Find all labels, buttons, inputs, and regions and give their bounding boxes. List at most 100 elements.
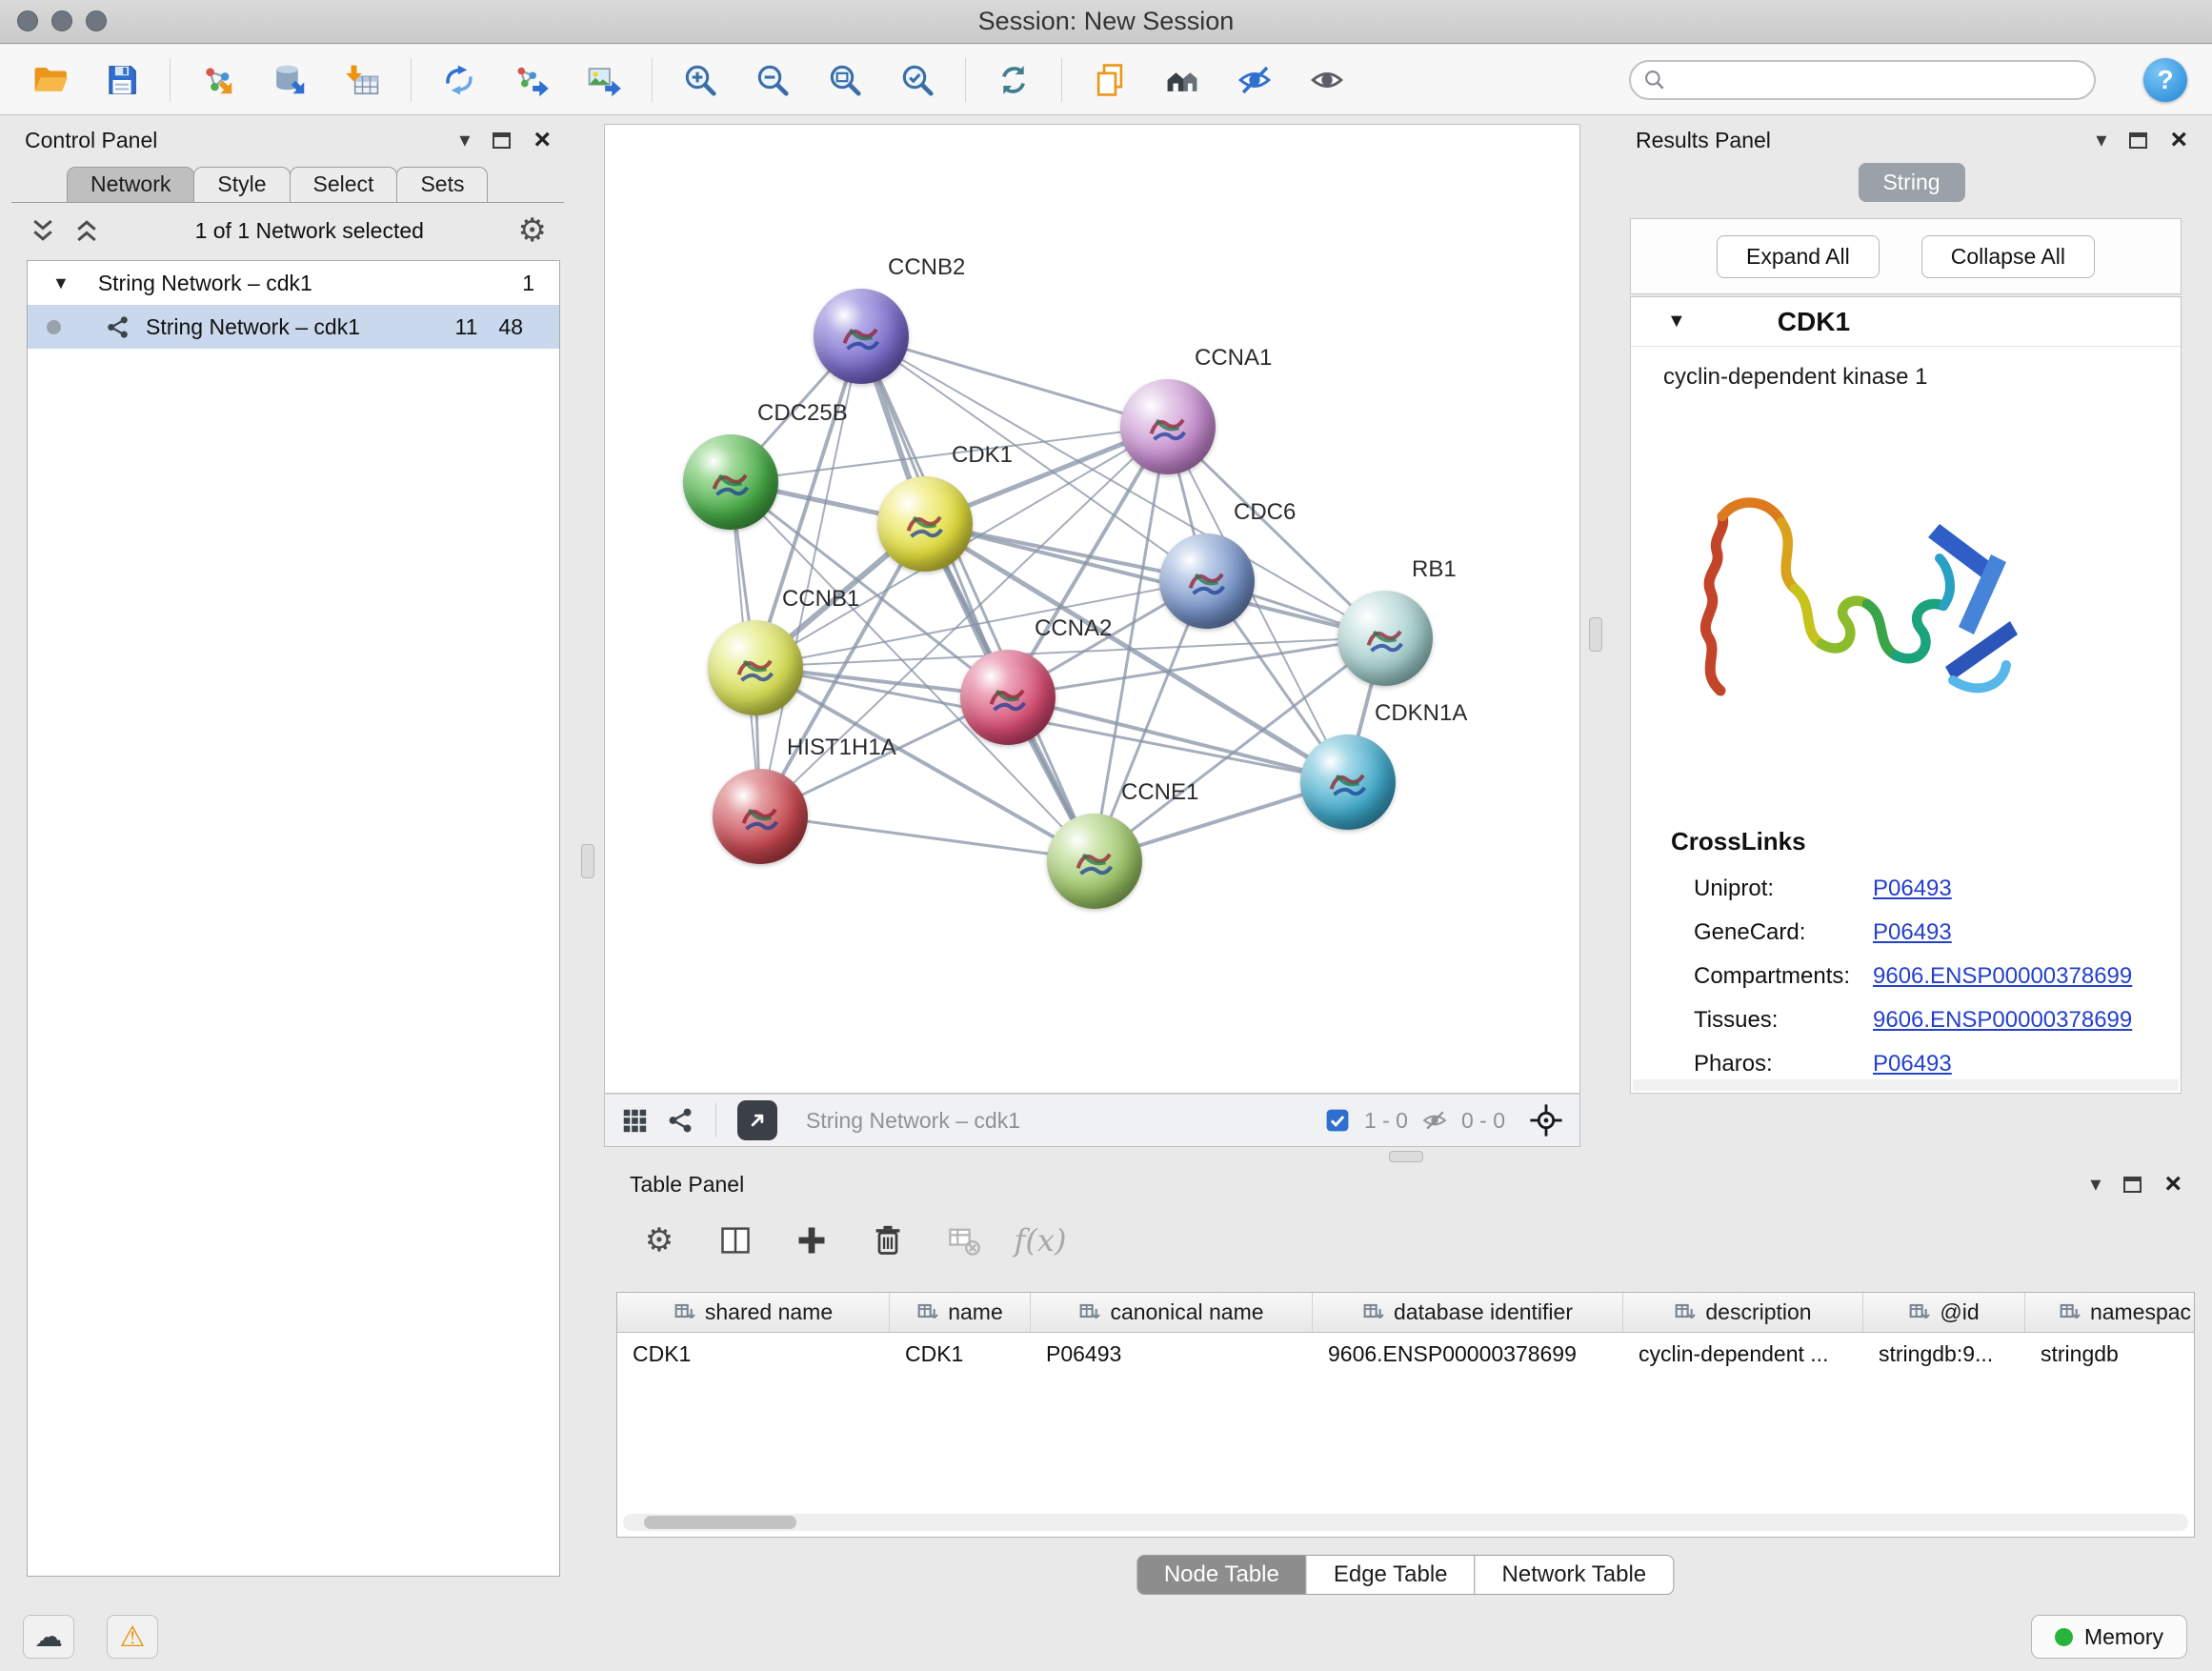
tab-string[interactable]: String [1858,163,1964,202]
network-node-ccna2[interactable] [960,650,1056,745]
import-network-from-database-button[interactable] [266,55,315,105]
crosslink-value-link[interactable]: 9606.ENSP00000378699 [1873,1007,2132,1034]
table-settings-button[interactable]: ⚙ [637,1218,681,1262]
splitter-handle[interactable] [1589,617,1602,652]
network-node-hist1h1a[interactable] [713,769,808,864]
import-network-from-file-button[interactable] [193,55,243,105]
table-row[interactable]: CDK1CDK1P064939606.ENSP00000378699cyclin… [617,1333,2194,1375]
panel-float-icon[interactable] [2129,132,2147,149]
crosslink-value-link[interactable]: P06493 [1873,919,1952,946]
open-session-button[interactable] [25,55,74,105]
column-header-description[interactable]: description [1623,1293,1863,1332]
panel-menu-icon[interactable]: ▾ [2090,1174,2101,1195]
cell-shared-name[interactable]: CDK1 [617,1333,890,1375]
panel-menu-icon[interactable]: ▾ [2096,130,2106,151]
network-row-selected[interactable]: String Network – cdk1 11 48 [28,305,559,349]
cell--id[interactable]: stringdb:9... [1863,1333,2025,1375]
column-header-name[interactable]: name [890,1293,1031,1332]
zoom-in-button[interactable] [675,55,725,105]
gear-icon[interactable]: ⚙ [518,214,547,247]
zoom-fit-button[interactable] [820,55,870,105]
export-network-button[interactable] [507,55,556,105]
cell-name[interactable]: CDK1 [890,1333,1031,1375]
panel-float-icon[interactable] [2123,1177,2142,1193]
scrollbar-thumb[interactable] [644,1516,796,1529]
show-all-button[interactable] [1302,55,1352,105]
tab-select[interactable]: Select [290,167,398,203]
results-scrollbar[interactable] [1633,1079,2179,1091]
delete-column-button[interactable] [866,1218,910,1262]
network-node-cdkn1a[interactable] [1300,735,1396,830]
panel-close-icon[interactable]: × [2170,126,2187,154]
window-minimize-button[interactable] [51,10,72,31]
panel-close-icon[interactable]: × [2164,1170,2182,1198]
hide-selected-button[interactable] [1230,55,1279,105]
detach-view-button[interactable] [737,1100,777,1140]
birds-eye-view-button[interactable] [620,1106,649,1135]
tab-edge-table[interactable]: Edge Table [1306,1555,1476,1595]
panel-menu-icon[interactable]: ▾ [459,130,470,151]
crosshair-icon[interactable] [1528,1102,1564,1138]
show-columns-button[interactable] [714,1218,757,1262]
tab-network[interactable]: Network [67,167,194,203]
window-close-button[interactable] [17,10,38,31]
memory-button[interactable]: Memory [2031,1615,2187,1659]
tab-node-table[interactable]: Node Table [1136,1555,1307,1595]
network-node-cdk1[interactable] [877,476,973,572]
tab-style[interactable]: Style [193,167,290,203]
network-canvas[interactable]: CCNB2CCNA1CDC25BCDK1CDC6RB1CCNB1CCNA2CDK… [604,124,1580,1094]
collapse-all-networks-icon[interactable] [29,216,57,245]
network-collection-row[interactable]: ▼ String Network – cdk1 1 [28,261,559,305]
column-header-canonical-name[interactable]: canonical name [1031,1293,1313,1332]
cell-description[interactable]: cyclin-dependent ... [1623,1333,1863,1375]
expand-all-networks-icon[interactable] [72,216,101,245]
network-node-ccnb1[interactable] [708,620,803,715]
collapse-entry-icon[interactable]: ▼ [1667,311,1686,332]
zoom-out-button[interactable] [748,55,797,105]
network-node-rb1[interactable] [1337,591,1433,686]
crosslink-value-link[interactable]: 9606.ENSP00000378699 [1873,963,2132,990]
horizontal-scrollbar[interactable] [623,1514,2188,1531]
tab-sets[interactable]: Sets [396,167,488,203]
collapse-all-button[interactable]: Collapse All [1921,235,2095,278]
selected-checkbox-icon[interactable] [1324,1107,1351,1134]
network-node-ccna1[interactable] [1120,379,1216,474]
panel-float-icon[interactable] [493,132,511,149]
network-node-cdc6[interactable] [1159,534,1255,629]
tab-network-table[interactable]: Network Table [1475,1555,1675,1595]
cell-namespac[interactable]: stringdb [2025,1333,2195,1375]
crosslink-value-link[interactable]: P06493 [1873,876,1952,902]
function-builder-button[interactable]: f(x) [1018,1218,1062,1262]
delete-table-button[interactable] [942,1218,986,1262]
column-header-namespac[interactable]: namespac [2025,1293,2195,1332]
column-header-database-identifier[interactable]: database identifier [1313,1293,1623,1332]
network-node-ccnb2[interactable] [814,289,909,384]
column-header--id[interactable]: @id [1863,1293,2025,1332]
network-node-ccne1[interactable] [1047,814,1142,909]
refresh-view-button[interactable] [989,55,1038,105]
splitter-handle[interactable] [1389,1151,1423,1162]
cell-database-identifier[interactable]: 9606.ENSP00000378699 [1313,1333,1623,1375]
column-header-shared-name[interactable]: shared name [617,1293,890,1332]
cell-canonical-name[interactable]: P06493 [1031,1333,1313,1375]
cloud-status-button[interactable]: ☁ [23,1615,74,1659]
network-node-cdc25b[interactable] [683,434,778,530]
warnings-button[interactable]: ⚠ [107,1615,158,1659]
hidden-eye-icon[interactable] [1421,1107,1448,1134]
zoom-selected-button[interactable] [893,55,942,105]
crosslink-value-link[interactable]: P06493 [1873,1051,1952,1077]
search-input[interactable] [1629,60,2096,100]
import-table-button[interactable] [338,55,388,105]
save-session-button[interactable] [97,55,147,105]
home-button[interactable] [1157,55,1207,105]
expand-all-button[interactable]: Expand All [1717,235,1880,278]
node-details-header[interactable]: ▼ CDK1 [1631,297,2181,347]
merge-networks-button[interactable] [434,55,484,105]
copy-button[interactable] [1085,55,1135,105]
panel-close-icon[interactable]: × [533,126,551,154]
expander-icon[interactable]: ▼ [52,273,70,293]
splitter-handle[interactable] [581,844,594,878]
help-button[interactable]: ? [2143,58,2187,102]
window-zoom-button[interactable] [86,10,107,31]
create-column-button[interactable] [790,1218,834,1262]
